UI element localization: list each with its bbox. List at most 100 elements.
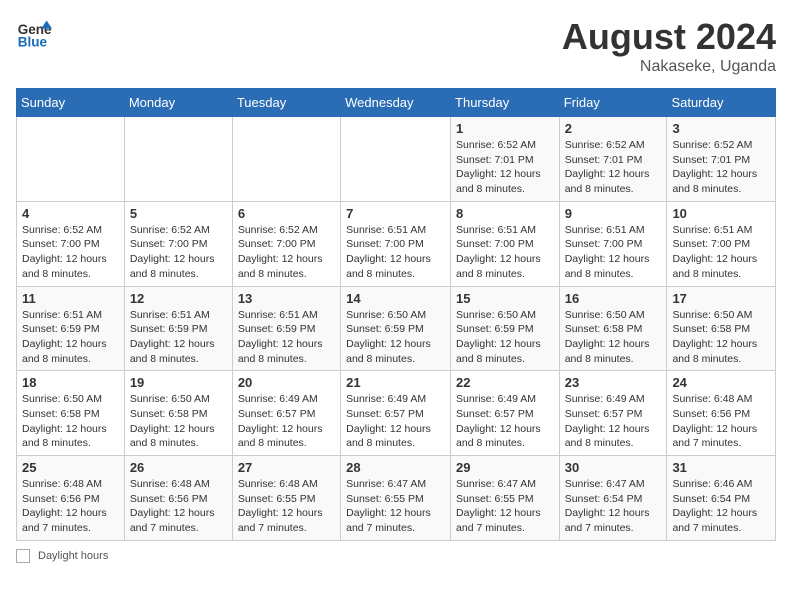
day-number: 2 [565,121,662,136]
day-info: Sunrise: 6:50 AM Sunset: 6:58 PM Dayligh… [130,392,227,451]
calendar-cell: 9 Sunrise: 6:51 AM Sunset: 7:00 PM Daylig… [559,201,667,286]
day-number: 4 [22,206,119,221]
location: Nakaseke, Uganda [562,58,776,76]
day-number: 14 [346,291,445,306]
calendar-week-row: 18 Sunrise: 6:50 AM Sunset: 6:58 PM Dayli… [17,371,776,456]
calendar-cell: 23Sunrise: 6:49 AM Sunset: 6:57 PM Dayli… [559,371,667,456]
calendar-week-row: 11 Sunrise: 6:51 AM Sunset: 6:59 PM Dayli… [17,286,776,371]
day-number: 25 [22,460,119,475]
calendar-cell: 16 Sunrise: 6:50 AM Sunset: 6:58 PM Dayli… [559,286,667,371]
day-info: Sunrise: 6:51 AM Sunset: 6:59 PM Dayligh… [238,308,335,367]
calendar-cell: 29Sunrise: 6:47 AM Sunset: 6:55 PM Dayli… [451,456,560,541]
footer-box [16,549,30,563]
day-info: Sunrise: 6:52 AM Sunset: 7:01 PM Dayligh… [565,138,662,197]
day-info: Sunrise: 6:51 AM Sunset: 7:00 PM Dayligh… [456,223,554,282]
day-number: 17 [672,291,770,306]
day-number: 18 [22,375,119,390]
day-info: Sunrise: 6:50 AM Sunset: 6:58 PM Dayligh… [565,308,662,367]
calendar-cell: 21Sunrise: 6:49 AM Sunset: 6:57 PM Dayli… [341,371,451,456]
day-number: 22 [456,375,554,390]
calendar-header-row: SundayMondayTuesdayWednesdayThursdayFrid… [17,89,776,117]
calendar-cell: 11 Sunrise: 6:51 AM Sunset: 6:59 PM Dayli… [17,286,125,371]
calendar-cell: 27Sunrise: 6:48 AM Sunset: 6:55 PM Dayli… [232,456,340,541]
calendar-week-row: 4 Sunrise: 6:52 AM Sunset: 7:00 PM Daylig… [17,201,776,286]
day-number: 26 [130,460,227,475]
day-number: 9 [565,206,662,221]
day-number: 3 [672,121,770,136]
day-info: Sunrise: 6:52 AM Sunset: 7:00 PM Dayligh… [238,223,335,282]
calendar-week-row: 25 Sunrise: 6:48 AM Sunset: 6:56 PM Dayli… [17,456,776,541]
calendar-cell: 15 Sunrise: 6:50 AM Sunset: 6:59 PM Dayli… [451,286,560,371]
calendar-day-header: Monday [124,89,232,117]
day-info: Sunrise: 6:51 AM Sunset: 7:00 PM Dayligh… [565,223,662,282]
calendar-cell: 6Sunrise: 6:52 AM Sunset: 7:00 PM Daylig… [232,201,340,286]
day-number: 30 [565,460,662,475]
calendar-day-header: Thursday [451,89,560,117]
calendar-cell [17,117,125,202]
day-number: 27 [238,460,335,475]
day-number: 12 [130,291,227,306]
day-info: Sunrise: 6:51 AM Sunset: 6:59 PM Dayligh… [130,308,227,367]
day-info: Sunrise: 6:47 AM Sunset: 6:55 PM Dayligh… [346,477,445,536]
calendar-cell: 30 Sunrise: 6:47 AM Sunset: 6:54 PM Dayli… [559,456,667,541]
logo-icon: General Blue [16,16,52,52]
day-number: 28 [346,460,445,475]
day-info: Sunrise: 6:48 AM Sunset: 6:56 PM Dayligh… [672,392,770,451]
svg-text:Blue: Blue [18,35,48,50]
calendar-cell: 31 Sunrise: 6:46 AM Sunset: 6:54 PM Dayli… [667,456,776,541]
day-number: 31 [672,460,770,475]
calendar-cell: 17 Sunrise: 6:50 AM Sunset: 6:58 PM Dayli… [667,286,776,371]
calendar-cell [124,117,232,202]
day-number: 21 [346,375,445,390]
calendar-cell: 10Sunrise: 6:51 AM Sunset: 7:00 PM Dayli… [667,201,776,286]
day-number: 7 [346,206,445,221]
calendar-cell: 20 Sunrise: 6:49 AM Sunset: 6:57 PM Dayli… [232,371,340,456]
calendar-cell: 25Sunrise: 6:48 AM Sunset: 6:56 PM Dayli… [17,456,125,541]
day-info: Sunrise: 6:51 AM Sunset: 6:59 PM Dayligh… [22,308,119,367]
calendar-cell: 28 Sunrise: 6:47 AM Sunset: 6:55 PM Dayli… [341,456,451,541]
day-info: Sunrise: 6:52 AM Sunset: 7:01 PM Dayligh… [672,138,770,197]
logo: General Blue [16,16,52,52]
day-info: Sunrise: 6:49 AM Sunset: 6:57 PM Dayligh… [238,392,335,451]
day-number: 20 [238,375,335,390]
day-info: Sunrise: 6:51 AM Sunset: 7:00 PM Dayligh… [346,223,445,282]
calendar-body: 1 Sunrise: 6:52 AM Sunset: 7:01 PM Daylig… [17,117,776,541]
calendar-cell: 4 Sunrise: 6:52 AM Sunset: 7:00 PM Daylig… [17,201,125,286]
page-header: General Blue August 2024 Nakaseke, Ugand… [16,16,776,76]
footer-label: Daylight hours [38,550,108,562]
day-number: 19 [130,375,227,390]
month-year: August 2024 [562,16,776,58]
calendar-day-header: Sunday [17,89,125,117]
day-info: Sunrise: 6:50 AM Sunset: 6:59 PM Dayligh… [346,308,445,367]
title-block: August 2024 Nakaseke, Uganda [562,16,776,76]
day-info: Sunrise: 6:48 AM Sunset: 6:56 PM Dayligh… [130,477,227,536]
day-number: 16 [565,291,662,306]
day-number: 5 [130,206,227,221]
day-number: 23 [565,375,662,390]
day-number: 1 [456,121,554,136]
calendar-cell [232,117,340,202]
calendar-cell: 8 Sunrise: 6:51 AM Sunset: 7:00 PM Daylig… [451,201,560,286]
day-number: 8 [456,206,554,221]
calendar-week-row: 1 Sunrise: 6:52 AM Sunset: 7:01 PM Daylig… [17,117,776,202]
day-number: 15 [456,291,554,306]
calendar-cell [341,117,451,202]
day-info: Sunrise: 6:52 AM Sunset: 7:00 PM Dayligh… [22,223,119,282]
calendar-cell: 12 Sunrise: 6:51 AM Sunset: 6:59 PM Dayli… [124,286,232,371]
day-info: Sunrise: 6:46 AM Sunset: 6:54 PM Dayligh… [672,477,770,536]
day-info: Sunrise: 6:47 AM Sunset: 6:54 PM Dayligh… [565,477,662,536]
calendar-cell: 14 Sunrise: 6:50 AM Sunset: 6:59 PM Dayli… [341,286,451,371]
calendar-cell: 24 Sunrise: 6:48 AM Sunset: 6:56 PM Dayli… [667,371,776,456]
day-number: 13 [238,291,335,306]
day-number: 11 [22,291,119,306]
calendar-cell: 26 Sunrise: 6:48 AM Sunset: 6:56 PM Dayli… [124,456,232,541]
day-number: 24 [672,375,770,390]
day-info: Sunrise: 6:50 AM Sunset: 6:59 PM Dayligh… [456,308,554,367]
day-info: Sunrise: 6:50 AM Sunset: 6:58 PM Dayligh… [672,308,770,367]
calendar-day-header: Wednesday [341,89,451,117]
day-number: 29 [456,460,554,475]
calendar-cell: 2 Sunrise: 6:52 AM Sunset: 7:01 PM Daylig… [559,117,667,202]
calendar-cell: 1Sunrise: 6:52 AM Sunset: 7:01 PM Daylig… [451,117,560,202]
calendar-day-header: Saturday [667,89,776,117]
day-info: Sunrise: 6:52 AM Sunset: 7:00 PM Dayligh… [130,223,227,282]
